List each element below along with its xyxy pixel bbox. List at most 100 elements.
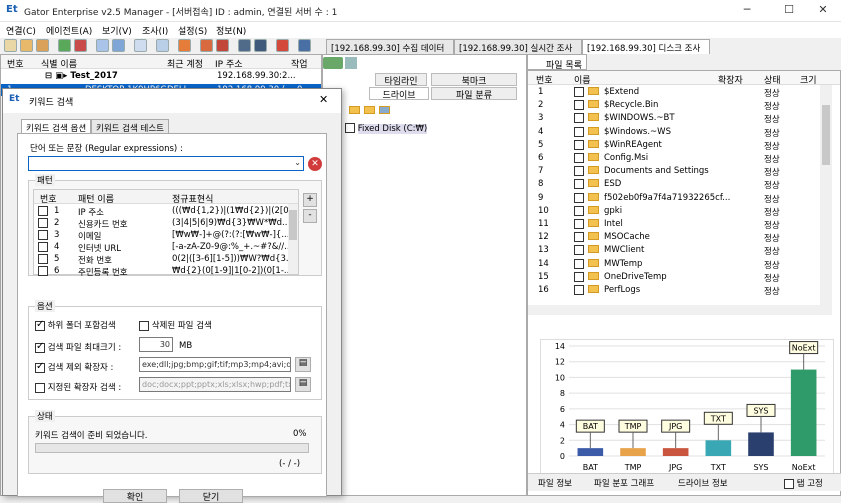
toolbar-button-7[interactable] xyxy=(112,39,125,52)
exclude-input[interactable]: exe;dll;jpg;bmp;gif;tif;mp3;mp4;avi;dat;… xyxy=(139,357,291,372)
pattern-checkbox[interactable] xyxy=(38,206,48,216)
regex-input[interactable]: ⌄ xyxy=(28,156,304,171)
maxsize-input[interactable]: 30 xyxy=(139,337,173,352)
tree-col-job[interactable]: 작업 xyxy=(291,57,308,70)
dialog-close-icon[interactable]: ✕ xyxy=(319,93,328,106)
include-checkbox[interactable] xyxy=(35,382,45,393)
tree-col-num[interactable]: 번호 xyxy=(7,57,24,70)
col-name[interactable]: 이름 xyxy=(574,73,591,86)
tab-timeline[interactable]: 타임라인 xyxy=(375,73,427,87)
tab-file-graph[interactable]: 파일 분포 그래프 xyxy=(594,477,654,489)
opt-exclude[interactable]: 검색 제외 확장자 : xyxy=(35,361,113,373)
pattern-checkbox[interactable] xyxy=(38,230,48,240)
menu-connect[interactable]: 연결(C) xyxy=(6,24,36,37)
tab-fix[interactable]: 탭 고정 xyxy=(784,477,823,489)
file-checkbox[interactable] xyxy=(574,205,584,216)
pattern-checkbox[interactable] xyxy=(38,218,48,228)
tab-drive[interactable]: 드라이브 xyxy=(369,87,429,101)
toolbar-button-10[interactable] xyxy=(178,39,191,52)
menu-investigate[interactable]: 조사(I) xyxy=(142,24,168,37)
exclude-checkbox[interactable] xyxy=(35,361,45,373)
toolbar-button-11[interactable] xyxy=(200,39,213,52)
file-list-hscrollbar[interactable] xyxy=(528,305,832,315)
refresh-icon[interactable] xyxy=(379,105,390,114)
maximize-button[interactable]: ☐ xyxy=(774,3,804,19)
pattern-checkbox[interactable] xyxy=(38,266,48,276)
file-checkbox[interactable] xyxy=(574,166,584,177)
toolbar-button-13[interactable] xyxy=(238,39,251,52)
tab-collected-data[interactable]: [192.168.99.30] 수집 데이터 xyxy=(326,39,454,54)
file-checkbox[interactable] xyxy=(574,153,584,163)
deleted-checkbox[interactable] xyxy=(139,320,149,331)
file-checkbox[interactable] xyxy=(574,232,584,243)
col-status[interactable]: 상태 xyxy=(764,73,781,86)
toolbar-button-5[interactable] xyxy=(74,39,87,52)
tab-bookmark[interactable]: 북마크 xyxy=(431,73,517,87)
folder-icon[interactable] xyxy=(349,105,360,114)
tab-file-list[interactable]: 파일 목록 xyxy=(527,54,587,71)
file-checkbox[interactable] xyxy=(574,113,584,124)
tab-realtime[interactable]: [192.168.99.30] 실시간 조사 xyxy=(454,39,582,54)
toolbar-button-16[interactable] xyxy=(298,39,311,52)
folder-open-icon[interactable] xyxy=(364,105,375,114)
toolbar-button-1[interactable] xyxy=(4,39,17,52)
opt-include[interactable]: 지정된 확장자 검색 : xyxy=(35,381,121,393)
tab-fix-checkbox[interactable] xyxy=(784,478,794,489)
file-checkbox[interactable] xyxy=(574,179,584,190)
opt-subfolder[interactable]: 하위 폴더 포함검색 xyxy=(35,319,116,331)
tree-col-name[interactable]: 식별 이름 xyxy=(41,57,77,70)
file-checkbox[interactable] xyxy=(574,139,584,150)
pattern-col-name[interactable]: 패턴 이름 xyxy=(78,192,114,205)
pattern-col-regex[interactable]: 정규표현식 xyxy=(172,192,213,205)
toolbar-button-14[interactable] xyxy=(254,39,267,52)
file-checkbox[interactable] xyxy=(574,258,584,269)
toolbar-button-15[interactable] xyxy=(276,39,289,52)
add-pattern-button[interactable]: + xyxy=(303,193,317,207)
col-num[interactable]: 번호 xyxy=(536,73,553,86)
tree-col-account[interactable]: 최근 계정 xyxy=(167,57,203,70)
pattern-scrollbar[interactable] xyxy=(288,204,298,274)
file-checkbox[interactable] xyxy=(574,87,584,97)
menu-info[interactable]: 정보(N) xyxy=(216,24,246,37)
file-list-scrollbar[interactable] xyxy=(820,85,832,305)
minimize-button[interactable]: ─ xyxy=(732,3,762,19)
file-checkbox[interactable] xyxy=(574,192,584,203)
col-size[interactable]: 크기 xyxy=(800,73,817,86)
toolbar-button-9[interactable] xyxy=(156,39,169,52)
dialog-close-button[interactable]: 닫기 xyxy=(179,489,243,503)
file-checkbox[interactable] xyxy=(574,271,584,282)
exclude-edit-button[interactable]: ▤ xyxy=(295,357,311,372)
opt-maxsize[interactable]: 검색 파일 최대크기 : xyxy=(35,341,121,353)
menu-view[interactable]: 보기(V) xyxy=(102,24,132,37)
file-checkbox[interactable] xyxy=(574,126,584,137)
pattern-col-num[interactable]: 번호 xyxy=(40,192,57,205)
dropdown-chevron-icon[interactable]: ⌄ xyxy=(294,158,301,167)
opt-deleted[interactable]: 삭제된 파일 검색 xyxy=(139,319,212,331)
subfolder-checkbox[interactable] xyxy=(35,319,45,331)
file-checkbox[interactable] xyxy=(574,285,584,295)
drive-checkbox[interactable] xyxy=(345,123,355,133)
include-input[interactable]: doc;docx;ppt;pptx;xls;xlsx;hwp;pdf;txt; xyxy=(139,377,291,392)
tab-drive-info[interactable]: 드라이브 정보 xyxy=(678,477,728,489)
toolbar-button-6[interactable] xyxy=(96,39,109,52)
file-checkbox[interactable] xyxy=(574,245,584,256)
menu-settings[interactable]: 설정(S) xyxy=(178,24,207,37)
toolbar-button-8[interactable] xyxy=(134,39,147,52)
clear-icon[interactable]: ✕ xyxy=(308,157,322,171)
tab-disk[interactable]: [192.168.99.30] 디스크 조사 xyxy=(582,39,710,54)
tab-file-class[interactable]: 파일 분류 xyxy=(431,87,517,101)
col-ext[interactable]: 확장자 xyxy=(718,73,743,86)
menu-agent[interactable]: 에이전트(A) xyxy=(46,24,92,37)
tree-col-ip[interactable]: IP 주소 xyxy=(215,57,243,70)
pattern-checkbox[interactable] xyxy=(38,254,48,264)
close-window-button[interactable]: ✕ xyxy=(808,3,838,19)
tree-group[interactable]: ⊟ ▣▸ Test_2017 xyxy=(45,71,118,81)
toolbar-button-2[interactable] xyxy=(20,39,33,52)
ok-button[interactable]: 확인 xyxy=(103,489,167,503)
remove-pattern-button[interactable]: - xyxy=(303,209,317,223)
toolbar-button-12[interactable] xyxy=(216,39,229,52)
toolbar-button-3[interactable] xyxy=(36,39,49,52)
file-checkbox[interactable] xyxy=(574,219,584,229)
tab-file-info[interactable]: 파일 정보 xyxy=(538,477,572,489)
maxsize-checkbox[interactable] xyxy=(35,341,45,353)
